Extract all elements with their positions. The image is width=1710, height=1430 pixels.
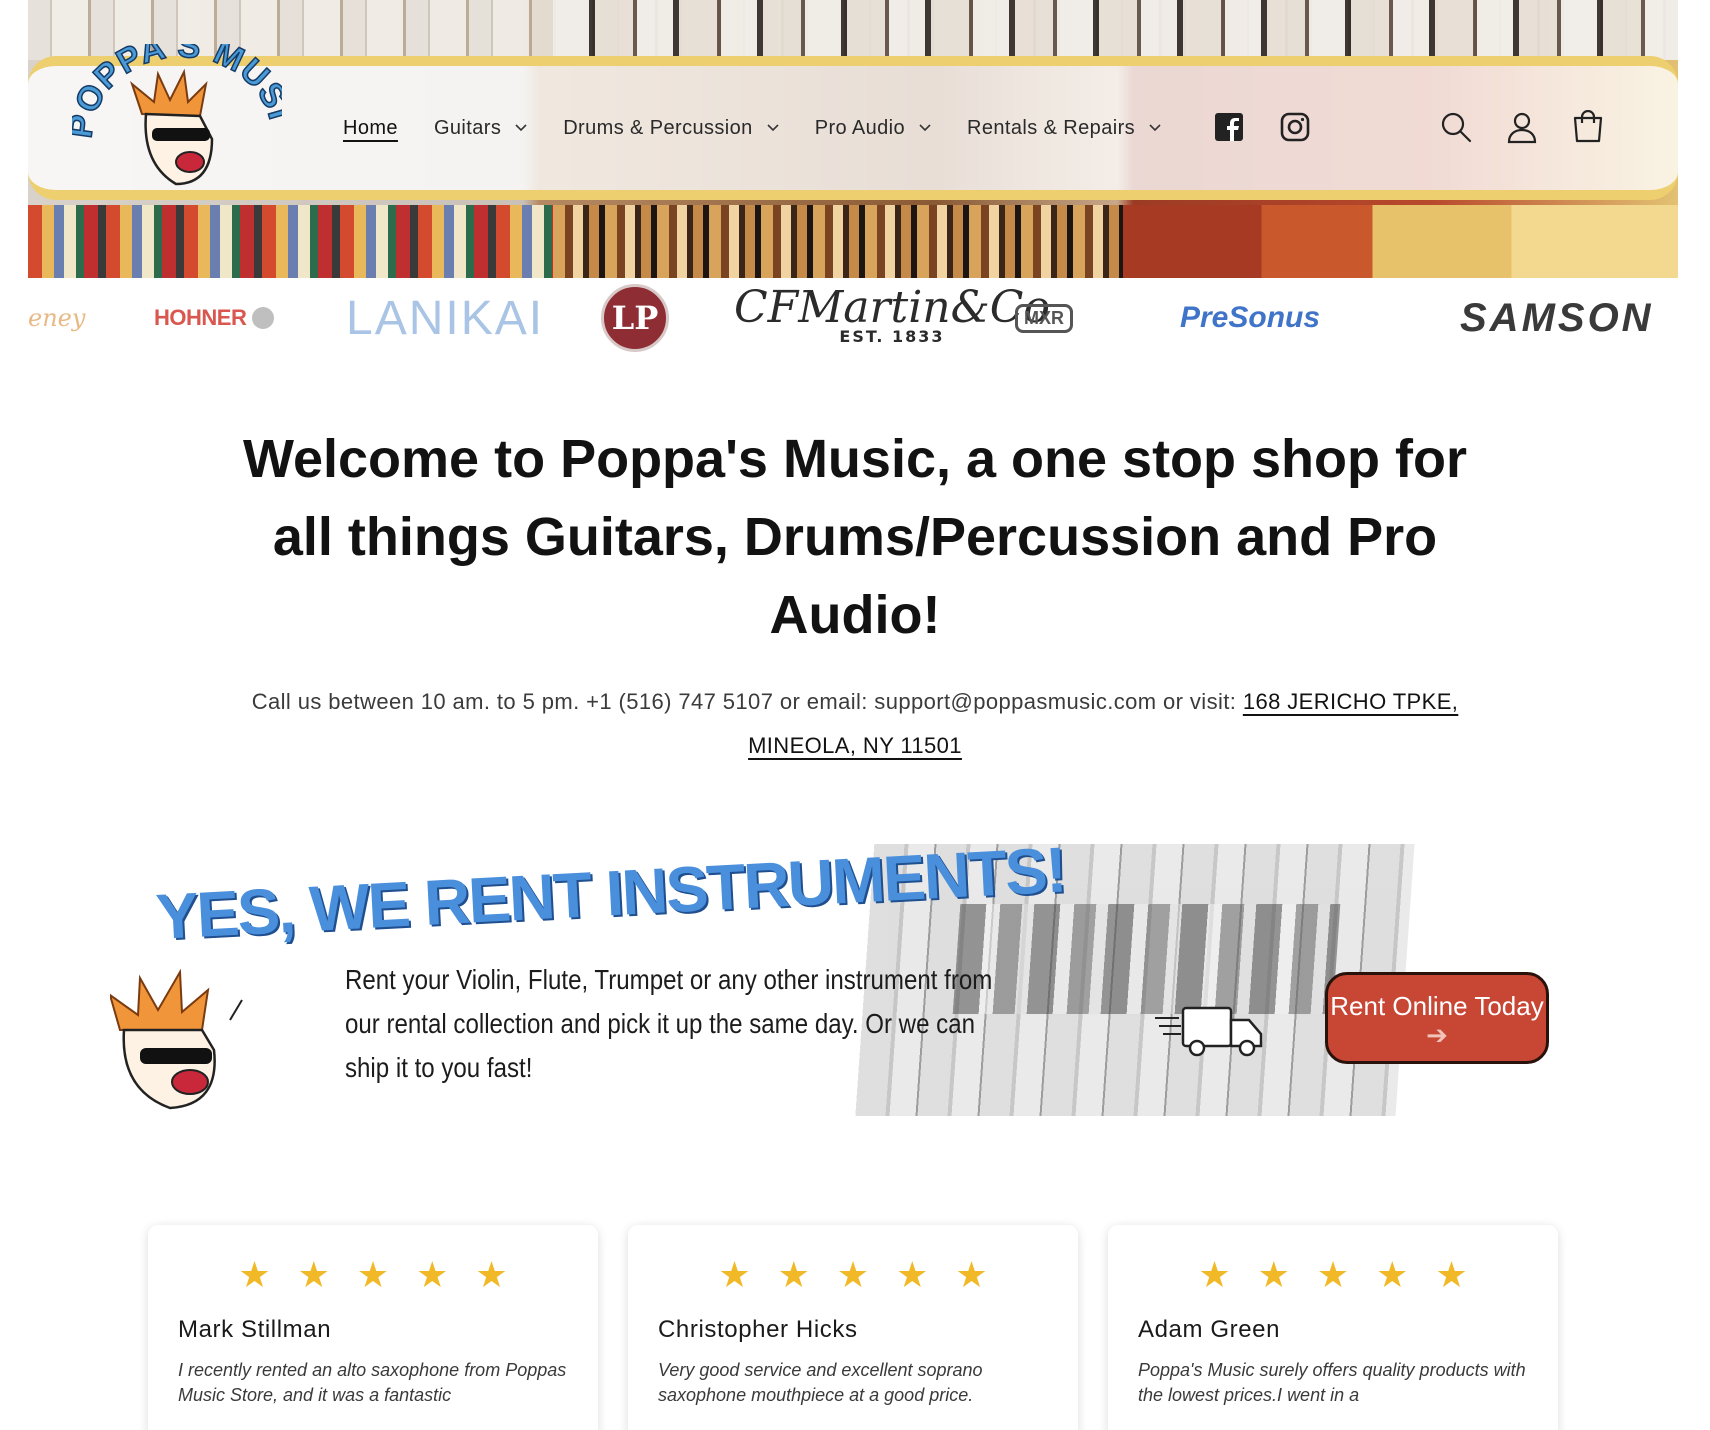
reviewer-name: Adam Green bbox=[1138, 1316, 1281, 1343]
review-card: ★★★★★ Mark Stillman I recently rented an… bbox=[148, 1225, 598, 1430]
banner-photo-right bbox=[553, 0, 1678, 60]
review-card: ★★★★★ Christopher Hicks Very good servic… bbox=[628, 1225, 1078, 1430]
review-text: Very good service and excellent soprano … bbox=[658, 1360, 983, 1405]
nav-drums-percussion[interactable]: Drums & Percussion bbox=[563, 116, 779, 140]
brand-eney-logo[interactable]: eney bbox=[28, 282, 85, 354]
banner-photo-accessories bbox=[28, 205, 553, 278]
star-rating: ★★★★★ bbox=[718, 1255, 1015, 1296]
nav-drums-label: Drums & Percussion bbox=[563, 116, 753, 139]
rental-banner[interactable]: YES, WE RENT INSTRUMENTS! Rent your Viol… bbox=[110, 833, 1560, 1120]
brand-samson-logo[interactable]: SAMSON bbox=[1460, 282, 1654, 354]
review-text: Poppa's Music surely offers quality prod… bbox=[1138, 1360, 1526, 1405]
review-card: ★★★★★ Adam Green Poppa's Music surely of… bbox=[1108, 1225, 1558, 1430]
nav-guitars-label: Guitars bbox=[433, 116, 502, 139]
star-rating: ★★★★★ bbox=[1198, 1255, 1495, 1296]
brand-martin-logo[interactable]: CFMartin&Co EST. 1833 bbox=[734, 282, 1050, 354]
account-icon[interactable] bbox=[1505, 110, 1539, 144]
globe-icon bbox=[252, 307, 275, 329]
reviews-section: ★★★★★ Mark Stillman I recently rented an… bbox=[148, 1225, 1560, 1430]
brand-logo-strip: eney HOHNER LANIKAI LP CFMartin&Co EST. … bbox=[28, 282, 1678, 354]
chevron-down-icon bbox=[515, 124, 527, 132]
brand-lp-logo[interactable]: LP bbox=[601, 282, 669, 354]
reviewer-name: Christopher Hicks bbox=[658, 1316, 858, 1343]
reviewer-name: Mark Stillman bbox=[178, 1316, 332, 1343]
poppas-music-logo[interactable]: POPPA'S MUSIC bbox=[72, 44, 282, 194]
mascot-face bbox=[110, 968, 243, 1110]
rental-copy: Rent your Violin, Flute, Trumpet or any … bbox=[345, 964, 993, 1083]
nav-pro-audio[interactable]: Pro Audio bbox=[815, 117, 931, 140]
nav-pro-audio-label: Pro Audio bbox=[814, 116, 906, 139]
nav-home[interactable]: Home bbox=[343, 117, 398, 140]
delivery-truck-icon bbox=[1155, 1006, 1263, 1057]
welcome-bold: Welcome to Poppa's Music bbox=[243, 429, 936, 489]
brand-hohner-logo[interactable]: HOHNER bbox=[154, 282, 275, 354]
arrow-right-icon: ➔ bbox=[1426, 1020, 1448, 1050]
main-nav: Home Guitars Drums & Percussion Pro Audi… bbox=[343, 110, 1197, 146]
banner-photo-drums bbox=[1123, 205, 1678, 278]
nav-rentals-repairs[interactable]: Rentals & Repairs bbox=[967, 117, 1161, 140]
nav-home-label: Home bbox=[343, 116, 398, 139]
brand-martin-est: EST. 1833 bbox=[839, 327, 945, 346]
nav-rentals-label: Rentals & Repairs bbox=[967, 116, 1136, 139]
brand-lanikai-logo[interactable]: LANIKAI bbox=[346, 282, 544, 354]
brand-presonus-logo[interactable]: PreSonus bbox=[1180, 282, 1320, 354]
review-text: I recently rented an alto saxophone from… bbox=[178, 1360, 567, 1405]
brand-lp-disc: LP bbox=[601, 284, 669, 352]
welcome-heading: Welcome to Poppa's Music, a one stop sho… bbox=[230, 420, 1480, 654]
nav-guitars[interactable]: Guitars bbox=[434, 117, 527, 140]
brand-mxr-logo[interactable]: MXR bbox=[1015, 282, 1073, 354]
rent-online-button[interactable]: Rent Online Today ➔ bbox=[1325, 972, 1549, 1064]
contact-info: Call us between 10 am. to 5 pm. +1 (516)… bbox=[230, 680, 1480, 768]
banner-photo-guitars bbox=[553, 205, 1123, 278]
brand-hohner-text: HOHNER bbox=[154, 305, 247, 330]
brand-martin-text: CFMartin&Co bbox=[734, 282, 1050, 333]
chevron-down-icon bbox=[919, 124, 931, 132]
band-photo-figures bbox=[952, 904, 1341, 1014]
facebook-icon[interactable] bbox=[1214, 112, 1244, 142]
search-icon[interactable] bbox=[1439, 110, 1473, 144]
chevron-down-icon bbox=[767, 124, 779, 132]
cart-icon[interactable] bbox=[1571, 110, 1605, 144]
rent-online-label: Rent Online Today bbox=[1330, 991, 1544, 1021]
star-rating: ★★★★★ bbox=[238, 1255, 535, 1296]
contact-text: Call us between 10 am. to 5 pm. +1 (516)… bbox=[251, 689, 1243, 714]
chevron-down-icon bbox=[1149, 124, 1161, 132]
brand-mxr-text: MXR bbox=[1015, 303, 1073, 333]
instagram-icon[interactable] bbox=[1280, 112, 1310, 142]
